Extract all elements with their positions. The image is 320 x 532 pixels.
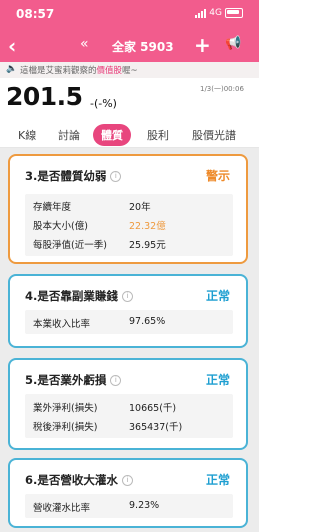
nav-bar: ‹ « 全家 5903 + 📢 [0, 30, 259, 62]
tab-price-spectrum[interactable]: 股價光譜 [192, 127, 236, 143]
metrics-box: 本業收入比率 97.65% [25, 310, 233, 334]
info-icon[interactable]: i [121, 291, 133, 302]
page-title: 全家 5903 [112, 40, 174, 54]
tab-discussion[interactable]: 討論 [58, 127, 80, 143]
network-label: 4G [209, 8, 222, 18]
row-value: 365437(千) [129, 422, 183, 433]
card-nonoperating-loss: 5.是否業外虧損 i 正常 業外淨利(損失) 10665(千) 稅後淨利(損失) … [8, 358, 248, 450]
metrics-box: 存續年度 20年 股本大小(億) 22.32億 每股淨值(近一季) 25.95元 [25, 194, 233, 256]
card-weak-fundamentals: 3.是否體質幼弱 i 警示 存續年度 20年 股本大小(億) 22.32億 每股淨… [8, 154, 248, 264]
back-chevron-icon[interactable]: ‹ [8, 34, 16, 58]
card-title: 6.是否營收大灌水 i [25, 472, 133, 488]
notice-highlight[interactable]: 價值股 [97, 66, 123, 76]
card-title: 5.是否業外虧損 i [25, 372, 122, 388]
double-chevron-left-icon[interactable]: « [80, 36, 89, 52]
status-badge: 正常 [205, 373, 230, 387]
row-value: 97.65% [129, 316, 166, 327]
tab-bar: K線 討論 體質 股利 股價光譜 [0, 124, 259, 146]
speaker-icon: 🔈 [6, 64, 18, 74]
row-value-highlight: 22.32億 [129, 221, 166, 232]
status-badge: 警示 [205, 169, 230, 183]
row-label: 稅後淨利(損失) [33, 422, 98, 433]
clock: 08:57 [16, 7, 55, 21]
info-icon[interactable]: i [121, 475, 133, 486]
status-icons: 4G [195, 8, 243, 18]
card-side-business: 4.是否靠副業賺錢 i 正常 本業收入比率 97.65% [8, 274, 248, 348]
row-value: 10665(千) [129, 403, 177, 414]
status-bar: 08:57 4G [0, 0, 259, 30]
battery-icon [225, 8, 243, 18]
row-label: 營收灌水比率 [33, 503, 91, 514]
info-icon[interactable]: i [110, 171, 122, 182]
megaphone-icon[interactable]: 📢 [225, 36, 241, 51]
row-value: 20年 [129, 202, 151, 213]
signal-icon [195, 8, 207, 18]
row-label: 每股淨值(近一季) [33, 240, 107, 251]
notice-banner: 🔈 這檔是艾蜜莉觀察的價值股喔~ [0, 62, 259, 78]
row-value: 25.95元 [129, 240, 166, 251]
metrics-box: 業外淨利(損失) 10665(千) 稅後淨利(損失) 365437(千) [25, 394, 233, 438]
content-area: 3.是否體質幼弱 i 警示 存續年度 20年 股本大小(億) 22.32億 每股淨… [0, 148, 259, 532]
status-badge: 正常 [205, 473, 230, 487]
tab-dividend[interactable]: 股利 [147, 127, 169, 143]
stock-price: 201.5 [6, 82, 83, 111]
row-label: 業外淨利(損失) [33, 403, 98, 414]
card-title: 3.是否體質幼弱 i [25, 168, 122, 184]
info-icon[interactable]: i [110, 375, 122, 386]
status-badge: 正常 [205, 289, 230, 303]
row-value: 9.23% [129, 500, 160, 511]
add-icon[interactable]: + [194, 33, 211, 57]
row-label: 存續年度 [33, 202, 72, 213]
quote-datetime: 1/3(一)00:06 [200, 85, 244, 93]
tab-fundamentals[interactable]: 體質 [93, 124, 131, 146]
notice-text: 這檔是艾蜜莉觀察的價值股喔~ [20, 66, 138, 76]
card-title: 4.是否靠副業賺錢 i [25, 288, 133, 304]
row-label: 股本大小(億) [33, 221, 88, 232]
tab-kline[interactable]: K線 [18, 127, 36, 143]
card-revenue-inflation: 6.是否營收大灌水 i 正常 營收灌水比率 9.23% [8, 458, 248, 528]
row-label: 本業收入比率 [33, 319, 91, 330]
metrics-box: 營收灌水比率 9.23% [25, 494, 233, 518]
price-change: -(-%) [90, 97, 117, 110]
